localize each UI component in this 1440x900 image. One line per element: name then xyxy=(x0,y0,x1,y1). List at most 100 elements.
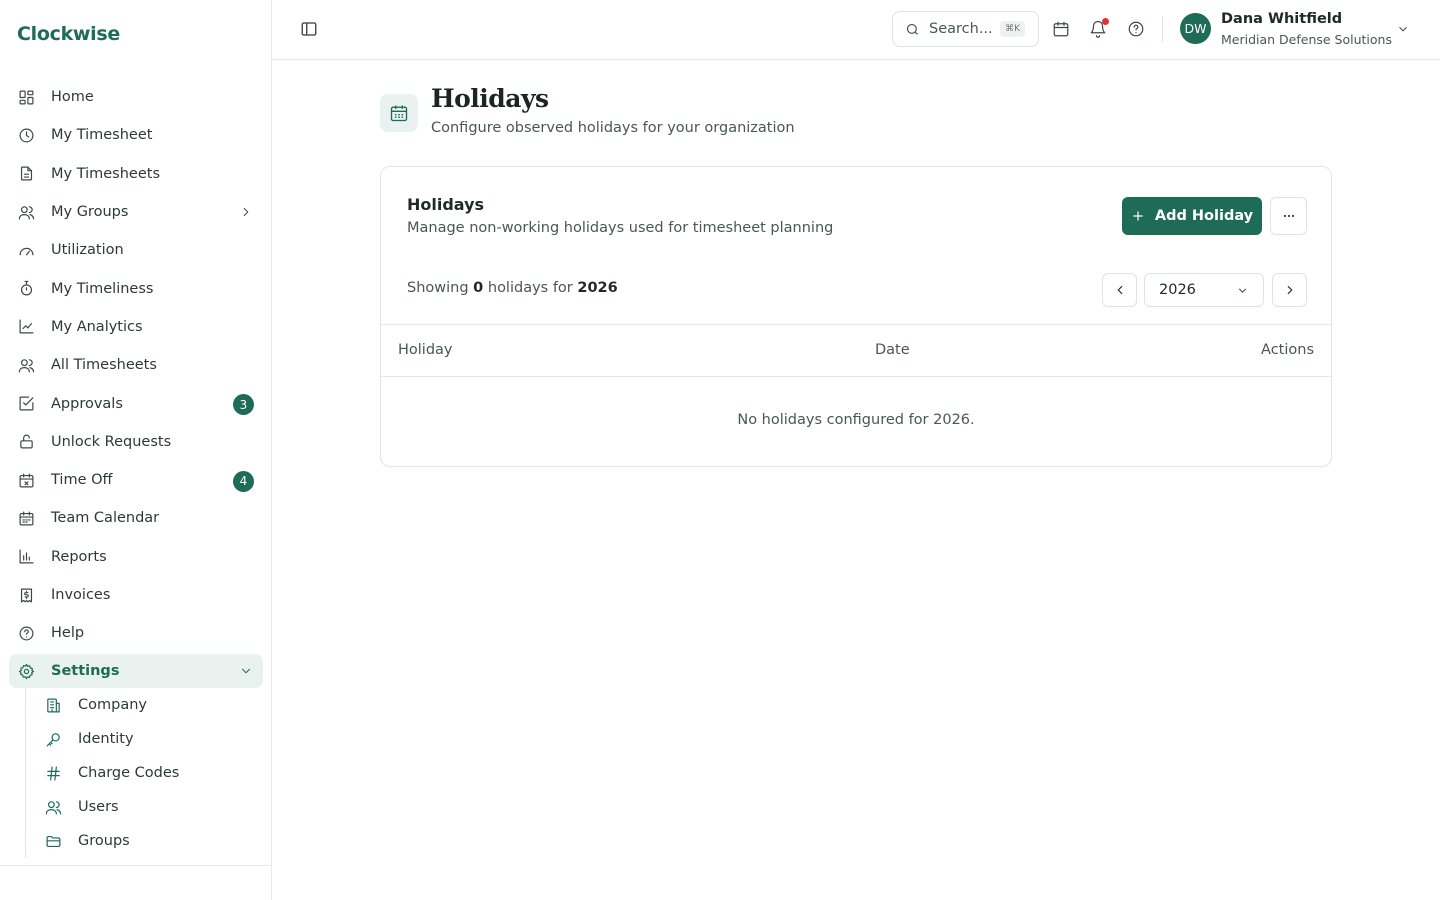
users-icon xyxy=(17,203,35,221)
sidebar-item-my-timeliness[interactable]: My Timeliness xyxy=(9,269,263,307)
year-select-value: 2026 xyxy=(1159,282,1196,298)
sidebar-item-my-timesheets[interactable]: My Timesheets xyxy=(9,155,263,193)
add-holiday-label: Add Holiday xyxy=(1154,208,1254,224)
sidebar-item-label: My Timesheets xyxy=(51,165,161,182)
chevron-down-icon[interactable] xyxy=(239,664,253,678)
chevron-down-icon xyxy=(1238,288,1247,293)
hash-icon xyxy=(44,764,62,782)
sidebar-item-label: My Timesheet xyxy=(51,127,153,144)
sidebar-subitem-charge-codes[interactable]: Charge Codes xyxy=(26,756,263,790)
folder-icon xyxy=(44,832,62,850)
sidebar-item-my-analytics[interactable]: My Analytics xyxy=(9,308,263,346)
year-select[interactable]: 2026 xyxy=(1144,273,1264,307)
dashboard-icon xyxy=(17,88,35,106)
holidays-card: Holidays Manage non-working holidays use… xyxy=(380,166,1332,467)
bell-icon[interactable] xyxy=(1089,18,1109,38)
checkbox-icon xyxy=(17,395,35,413)
sidebar-item-label: Time Off xyxy=(51,472,113,489)
sidebar-subitem-label: Charge Codes xyxy=(78,765,180,782)
sidebar-item-approvals[interactable]: Approvals 3 xyxy=(9,384,263,422)
unlock-icon xyxy=(17,433,35,451)
sidebar-subitem-company[interactable]: Company xyxy=(26,688,263,722)
chevron-down-icon[interactable] xyxy=(1396,22,1410,36)
sidebar-item-reports[interactable]: Reports xyxy=(9,538,263,576)
sidebar-subitem-identity[interactable]: Identity xyxy=(26,722,263,756)
sidebar-item-team-calendar[interactable]: Team Calendar xyxy=(9,499,263,537)
chevron-right-icon xyxy=(1287,285,1292,295)
key-icon xyxy=(44,730,62,748)
user-name[interactable]: Dana Whitfield xyxy=(1221,11,1342,27)
building-icon xyxy=(44,696,62,714)
calendar-icon[interactable] xyxy=(1052,20,1070,38)
calendar-icon xyxy=(380,94,418,132)
sidebar-item-label: Approvals xyxy=(51,395,123,412)
sidebar-item-all-timesheets[interactable]: All Timesheets xyxy=(9,346,263,384)
sidebar-toggle-icon[interactable] xyxy=(300,20,318,38)
sidebar: Clockwise Home My Timesheet My Timesheet… xyxy=(0,0,272,900)
more-options-button[interactable] xyxy=(1270,197,1307,235)
notification-dot xyxy=(1102,18,1109,25)
sidebar-item-label: Invoices xyxy=(51,587,111,603)
document-icon xyxy=(17,165,35,183)
previous-year-button[interactable] xyxy=(1102,273,1137,307)
stopwatch-icon xyxy=(17,280,35,298)
avatar[interactable]: DW xyxy=(1180,13,1211,44)
sidebar-item-invoices[interactable]: Invoices xyxy=(9,576,263,614)
sidebar-divider xyxy=(0,865,272,866)
gear-icon xyxy=(17,662,35,680)
calendar-x-icon xyxy=(17,471,35,489)
search-input[interactable]: Search... ⌘K xyxy=(892,11,1039,47)
column-header-actions: Actions xyxy=(1261,342,1314,358)
sidebar-item-label: Unlock Requests xyxy=(51,433,172,450)
sidebar-subitem-users[interactable]: Users xyxy=(26,790,263,824)
empty-state-message: No holidays configured for 2026. xyxy=(737,412,975,428)
count-badge: 3 xyxy=(233,394,254,416)
line-chart-icon xyxy=(17,318,35,336)
sidebar-item-label: All Timesheets xyxy=(51,357,157,374)
chevron-left-icon xyxy=(1117,285,1122,295)
help-icon xyxy=(17,624,35,642)
users-icon xyxy=(44,798,62,816)
column-header-date[interactable]: Date xyxy=(875,342,910,358)
table-header: Holiday Date Actions xyxy=(381,324,1331,377)
chevron-right-icon[interactable] xyxy=(239,205,253,219)
clock-icon xyxy=(17,126,35,144)
help-icon[interactable] xyxy=(1127,20,1145,38)
settings-subnav: Company Identity Charge Codes Users Grou… xyxy=(25,688,263,859)
sidebar-item-label: Settings xyxy=(51,663,120,680)
sidebar-item-label: My Groups xyxy=(51,204,129,221)
showing-summary: Showing 0 holidays for 2026 xyxy=(407,280,618,296)
sidebar-item-unlock-requests[interactable]: Unlock Requests xyxy=(9,423,263,461)
page-subtitle: Configure observed holidays for your org… xyxy=(431,120,795,136)
sidebar-item-label: Home xyxy=(51,89,94,106)
sidebar-subitem-groups[interactable]: Groups xyxy=(26,824,263,858)
brand-logo[interactable]: Clockwise xyxy=(17,23,120,45)
sidebar-subitem-label: Company xyxy=(78,697,147,714)
sidebar-item-label: Utilization xyxy=(51,242,124,259)
search-icon xyxy=(906,23,918,35)
sidebar-item-home[interactable]: Home xyxy=(9,78,263,116)
showing-mid: holidays for xyxy=(487,280,573,296)
next-year-button[interactable] xyxy=(1272,273,1307,307)
header-divider xyxy=(1162,16,1163,42)
sidebar-item-help[interactable]: Help xyxy=(9,614,263,652)
search-placeholder: Search... xyxy=(929,21,993,37)
sidebar-item-settings[interactable]: Settings xyxy=(9,654,263,689)
sidebar-item-label: My Analytics xyxy=(51,318,143,335)
sidebar-item-label: My Timeliness xyxy=(51,280,154,297)
users-icon xyxy=(17,356,35,374)
sidebar-item-label: Help xyxy=(51,625,85,642)
page-title: Holidays xyxy=(431,84,549,113)
sidebar-item-my-groups[interactable]: My Groups xyxy=(9,193,263,231)
holiday-count: 0 xyxy=(473,280,484,296)
count-badge: 4 xyxy=(233,470,254,492)
sidebar-item-utilization[interactable]: Utilization xyxy=(9,231,263,269)
search-shortcut: ⌘K xyxy=(1000,21,1025,37)
card-subtitle: Manage non-working holidays used for tim… xyxy=(407,220,834,236)
add-holiday-button[interactable]: Add Holiday xyxy=(1122,197,1262,235)
sidebar-subitem-label: Groups xyxy=(78,833,130,850)
sidebar-item-time-off[interactable]: Time Off 4 xyxy=(9,461,263,499)
column-header-holiday[interactable]: Holiday xyxy=(398,342,453,358)
showing-prefix: Showing xyxy=(407,280,469,296)
sidebar-item-my-timesheet[interactable]: My Timesheet xyxy=(9,116,263,154)
